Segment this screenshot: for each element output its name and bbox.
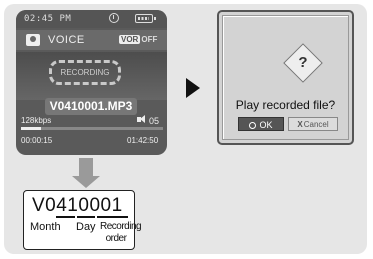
recorder-screen: 02:45 PM VOICE VOR OFF RECORDING V0410001… <box>16 10 167 155</box>
dialog-prompt: Play recorded file? <box>235 98 336 112</box>
vor-state: OFF <box>141 35 158 44</box>
clock-time: 02:45 PM <box>24 14 72 24</box>
play-dialog: ? Play recorded file? OK XCancel <box>217 10 354 145</box>
progress-bar <box>21 127 163 130</box>
order-label: Recording order <box>100 221 142 244</box>
ok-label: OK <box>259 120 273 130</box>
status-bar: 02:45 PM <box>16 10 167 28</box>
file-name: V0410001.MP3 <box>45 98 137 115</box>
month-label: Month <box>30 221 61 233</box>
month-underline <box>56 216 75 218</box>
battery-icon <box>135 14 156 23</box>
filename-breakdown: V0410001 Month Day Recording order <box>23 190 142 250</box>
vor-label: VOR <box>119 35 141 44</box>
ok-circle-icon <box>249 122 257 129</box>
day-underline <box>77 216 95 218</box>
right-arrow-icon <box>186 78 200 98</box>
speaker-icon <box>137 115 145 123</box>
mic-icon <box>26 34 40 46</box>
cancel-x-icon: X <box>297 120 303 129</box>
remaining-time: 01:42:50 <box>127 136 159 145</box>
cancel-button[interactable]: XCancel <box>288 117 338 131</box>
mode-bar: VOICE VOR OFF <box>16 30 167 50</box>
question-glyph: ? <box>298 54 308 71</box>
vor-indicator: VOR OFF <box>119 35 157 44</box>
volume-level: 05 <box>149 116 160 126</box>
down-arrow-icon <box>72 158 100 188</box>
elapsed-time: 00:00:15 <box>21 136 53 145</box>
order-underline <box>97 216 128 218</box>
progress-fill <box>21 127 41 130</box>
day-label: Day <box>76 221 96 233</box>
bitrate: 128kbps <box>21 116 52 125</box>
mode-label: VOICE <box>48 34 85 46</box>
cancel-label: Cancel <box>303 120 329 129</box>
file-code: V0410001 <box>32 195 123 216</box>
clock-icon <box>109 13 119 23</box>
ok-button[interactable]: OK <box>238 117 284 131</box>
recording-area: RECORDING <box>16 52 167 100</box>
recording-label: RECORDING <box>60 68 110 77</box>
